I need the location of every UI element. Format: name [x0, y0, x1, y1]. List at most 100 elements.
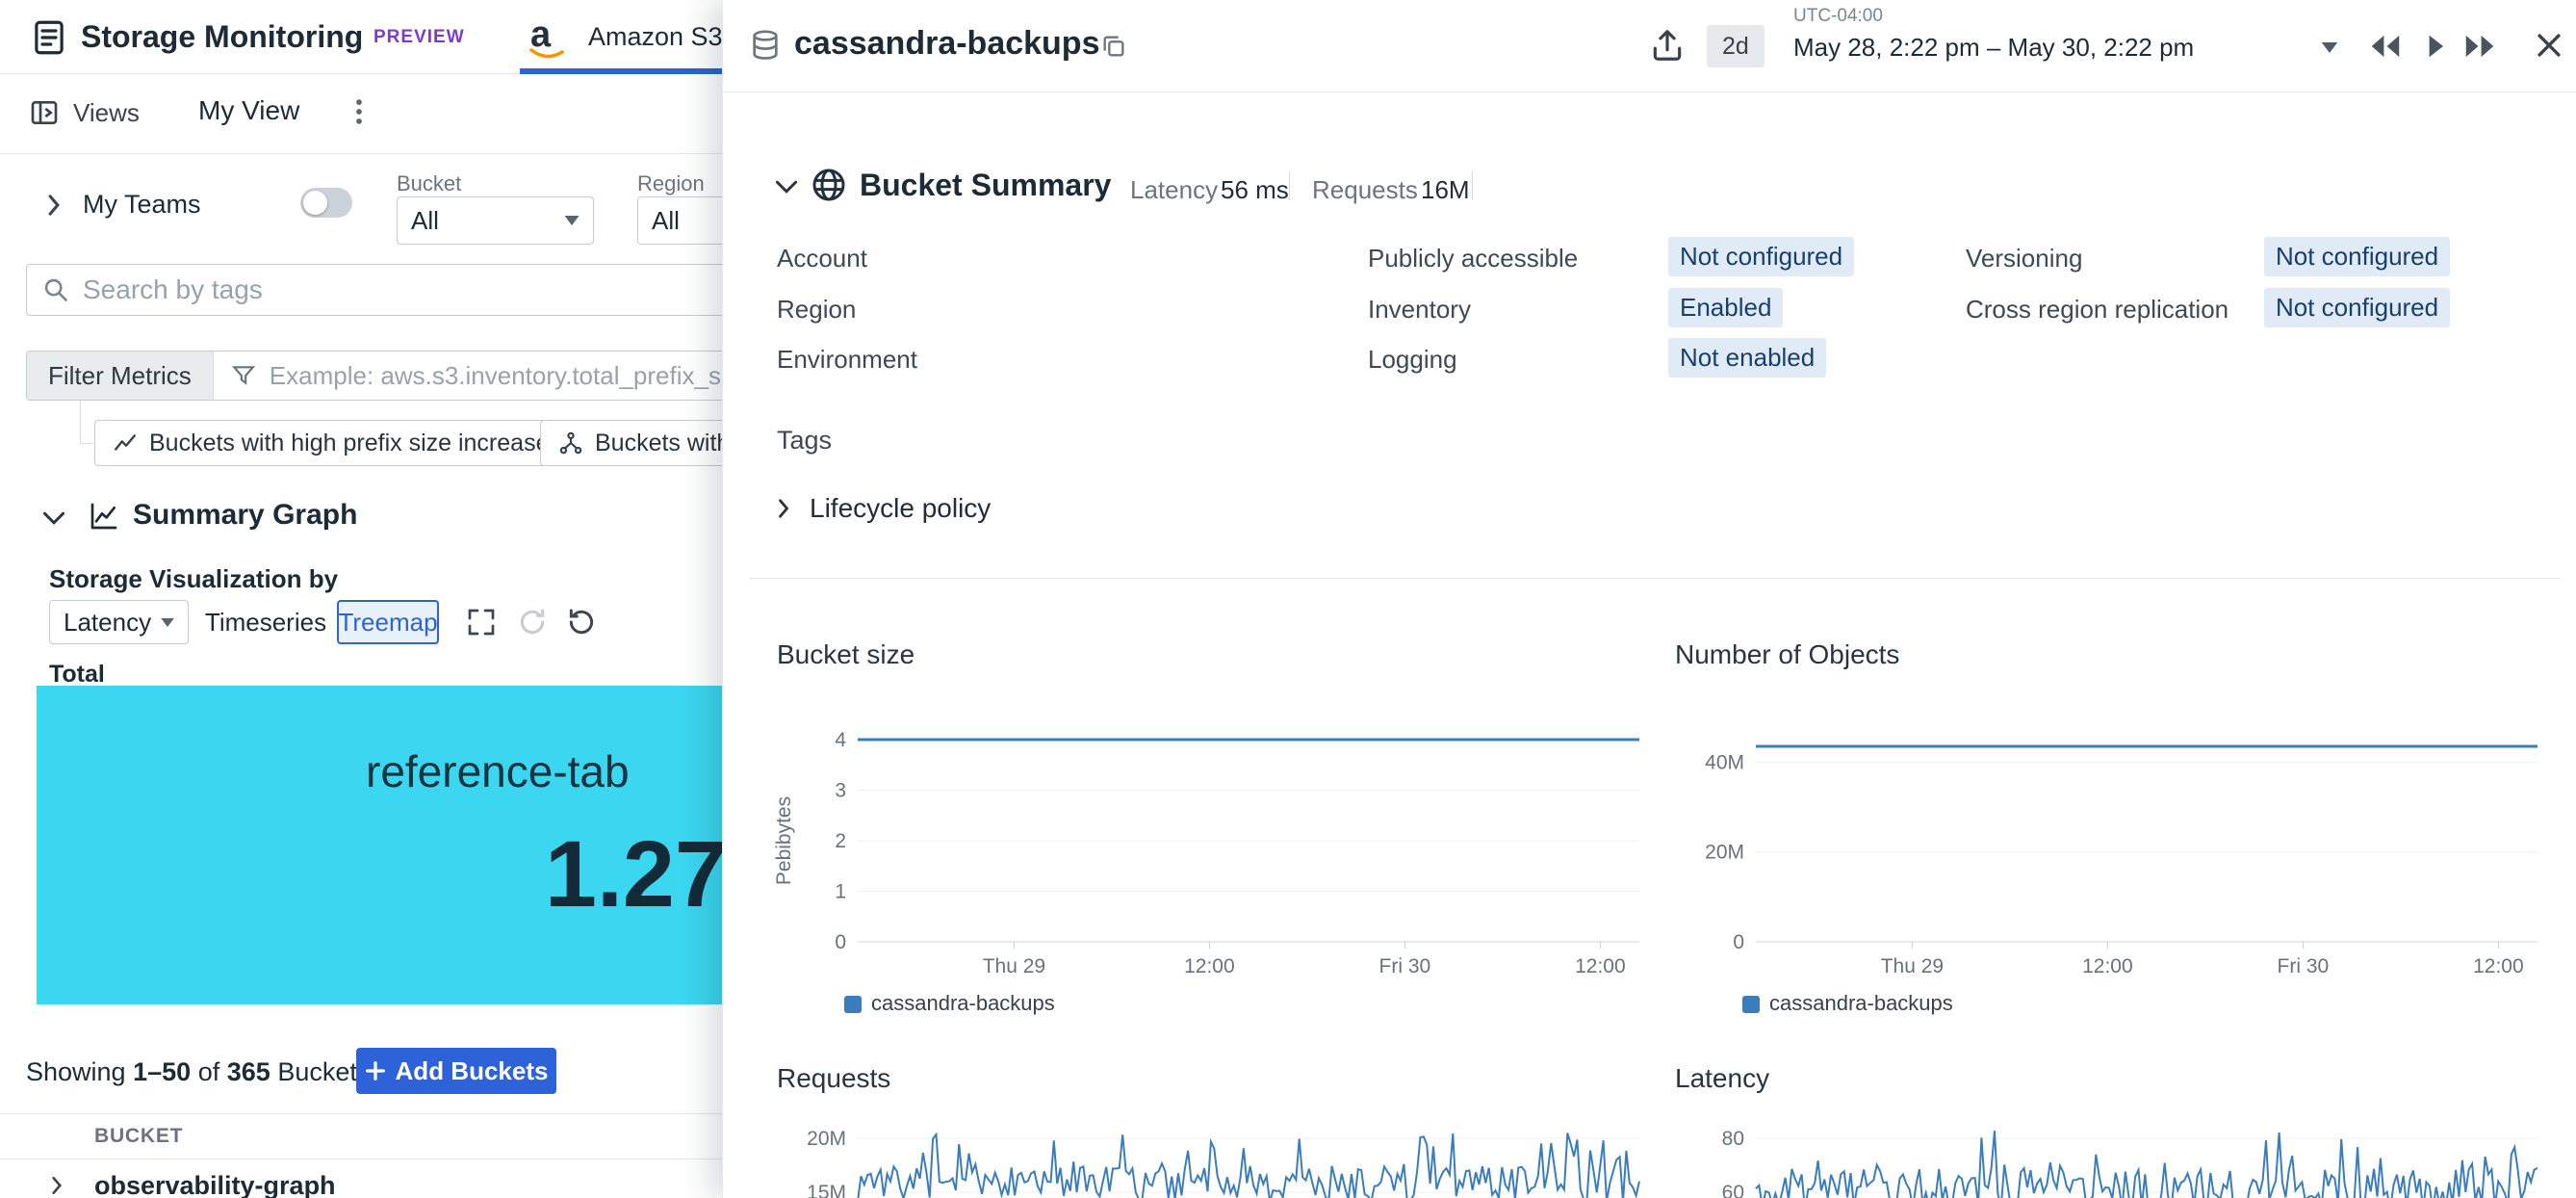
preview-badge: PREVIEW: [374, 27, 465, 48]
latency-chart-title: Latency: [1675, 1063, 1769, 1094]
time-range-badge[interactable]: 2d: [1707, 25, 1765, 67]
funnel-filter-icon: [231, 363, 256, 388]
skip-forward-icon[interactable]: [2461, 31, 2498, 62]
svg-text:0: 0: [1733, 931, 1744, 953]
of-word: of: [198, 1057, 220, 1086]
requests-chart-title: Requests: [777, 1063, 890, 1094]
treemap-cell-value: 1.27: [545, 820, 727, 928]
my-teams-chevron-icon[interactable]: [46, 193, 62, 218]
kv-value-chip: Not configured: [1668, 237, 1854, 276]
bucket-summary-chevron-icon[interactable]: [775, 179, 798, 195]
views-panel-icon: [29, 97, 60, 128]
timeseries-toggle-button[interactable]: Timeseries: [200, 600, 331, 644]
panel-title: cassandra-backups: [794, 25, 1100, 63]
app-root: Storage Monitoring PREVIEW a Amazon S3 V…: [0, 0, 2576, 1198]
row-expand-chevron-icon[interactable]: [50, 1175, 64, 1196]
bucket-detail-panel: cassandra-backups 2d UTC-04:00 May 28, 2…: [722, 0, 2576, 1198]
svg-text:12:00: 12:00: [1575, 955, 1626, 977]
filter-metrics-button[interactable]: Filter Metrics: [27, 352, 214, 400]
svg-text:20M: 20M: [1705, 842, 1744, 864]
export-share-icon[interactable]: [1649, 27, 1686, 64]
number-of-objects-chart-title: Number of Objects: [1675, 639, 1899, 670]
kv-label: Logging: [1368, 345, 1457, 375]
svg-text:3: 3: [835, 780, 846, 802]
bucket-row-name: observability-graph: [94, 1171, 336, 1198]
viz-metric-dropdown[interactable]: Latency: [49, 600, 189, 644]
requests-chart[interactable]: 20M15M10M5MThu 2912:00Fri 3012:00cassand…: [761, 1111, 1647, 1198]
summary-graph-title: Summary Graph: [133, 499, 357, 532]
views-control[interactable]: Views: [29, 97, 140, 128]
my-view-tab[interactable]: My View: [198, 95, 299, 126]
chip-label: Buckets with high prefix size increases: [149, 430, 561, 457]
kv-value-chip: Enabled: [1668, 288, 1783, 327]
filter-tree-connector: [80, 401, 81, 443]
region-filter-label: Region: [637, 171, 705, 196]
kv-label: Versioning: [1966, 244, 2082, 273]
section-divider: [749, 578, 2561, 579]
add-buckets-label: Add Buckets: [396, 1056, 549, 1086]
bucket-size-chart-title: Bucket size: [777, 639, 914, 670]
treemap-toggle-button[interactable]: Treemap: [337, 600, 439, 644]
kv-label: Inventory: [1368, 295, 1471, 325]
latency-chart[interactable]: 80604020Thu 2912:00Fri 3012:00cassandra-…: [1671, 1111, 2557, 1198]
kv-value-chip: Not configured: [2264, 288, 2450, 327]
my-teams-toggle[interactable]: [300, 188, 352, 218]
copy-name-icon[interactable]: [1100, 33, 1127, 60]
bucket-column-header[interactable]: BUCKET: [94, 1125, 183, 1148]
globe-icon: [810, 166, 848, 204]
suggested-filter-chip[interactable]: Buckets with high prefix size increases: [94, 420, 580, 466]
svg-text:20M: 20M: [807, 1128, 846, 1150]
lifecycle-policy-label: Lifecycle policy: [810, 493, 991, 524]
showing-count-text: Showing 1–50 of 365 Buckets: [26, 1057, 370, 1087]
requests-stat-value: 16M: [1421, 175, 1470, 205]
refresh-icon[interactable]: [566, 607, 597, 638]
line-chart-icon: [113, 430, 138, 456]
database-icon: [749, 29, 782, 62]
skip-back-icon[interactable]: [2367, 31, 2404, 62]
svg-text:Fri 30: Fri 30: [2278, 955, 2330, 977]
latency-stat-value: 56 ms: [1221, 175, 1289, 205]
chevron-down-icon: [161, 618, 174, 627]
summary-collapse-chevron-icon[interactable]: [42, 510, 65, 526]
view-options-kebab-icon[interactable]: [345, 95, 374, 128]
svg-text:4: 4: [835, 729, 846, 751]
panel-header: cassandra-backups 2d UTC-04:00 May 28, 2…: [723, 0, 2576, 92]
bucket-filter-dropdown[interactable]: All: [397, 196, 594, 245]
time-range-text[interactable]: May 28, 2:22 pm – May 30, 2:22 pm: [1793, 33, 2194, 63]
svg-text:2: 2: [835, 830, 846, 852]
svg-text:Thu 29: Thu 29: [1881, 955, 1944, 977]
forecast-disabled-icon: [517, 607, 548, 638]
svg-text:12:00: 12:00: [2473, 955, 2524, 977]
showing-range: 1–50: [133, 1057, 191, 1086]
my-teams-label: My Teams: [83, 190, 201, 220]
views-label: Views: [73, 98, 140, 128]
bucket-size-chart[interactable]: 43210Thu 2912:00Fri 3012:00Pebibytescass…: [761, 713, 1647, 1040]
search-icon: [42, 276, 69, 303]
kv-label: Region: [777, 295, 856, 325]
showing-total: 365: [227, 1057, 270, 1086]
number-of-objects-chart[interactable]: 40M20M0Thu 2912:00Fri 3012:00cassandra-b…: [1671, 713, 2557, 1040]
svg-text:40M: 40M: [1705, 751, 1744, 773]
close-panel-icon[interactable]: [2533, 29, 2565, 62]
latency-stat-label: Latency: [1130, 175, 1218, 205]
svg-text:80: 80: [1722, 1128, 1744, 1150]
play-forward-icon[interactable]: [2421, 31, 2450, 62]
filter-tree-connector: [80, 443, 93, 444]
viz-metric-value: Latency: [64, 608, 151, 638]
svg-text:1: 1: [835, 881, 846, 903]
treemap-total-label: Total: [49, 661, 105, 689]
svg-text:60: 60: [1722, 1182, 1744, 1198]
lifecycle-policy-row[interactable]: Lifecycle policy: [777, 493, 991, 524]
svg-text:cassandra-backups: cassandra-backups: [1769, 991, 1953, 1015]
page-doc-icon[interactable]: [29, 17, 69, 58]
amazon-logo-icon: a: [528, 13, 567, 60]
amazon-s3-tab-label: Amazon S3: [588, 22, 723, 52]
add-buckets-button[interactable]: Add Buckets: [356, 1048, 556, 1094]
time-range-caret-icon[interactable]: [2321, 42, 2338, 53]
viz-by-label: Storage Visualization by: [49, 564, 338, 594]
fullscreen-expand-icon[interactable]: [466, 607, 497, 638]
amazon-s3-tab[interactable]: a Amazon S3: [528, 13, 723, 60]
svg-text:12:00: 12:00: [1184, 955, 1235, 977]
chevron-down-icon: [564, 216, 580, 225]
chip-label: Buckets with l: [595, 430, 742, 457]
